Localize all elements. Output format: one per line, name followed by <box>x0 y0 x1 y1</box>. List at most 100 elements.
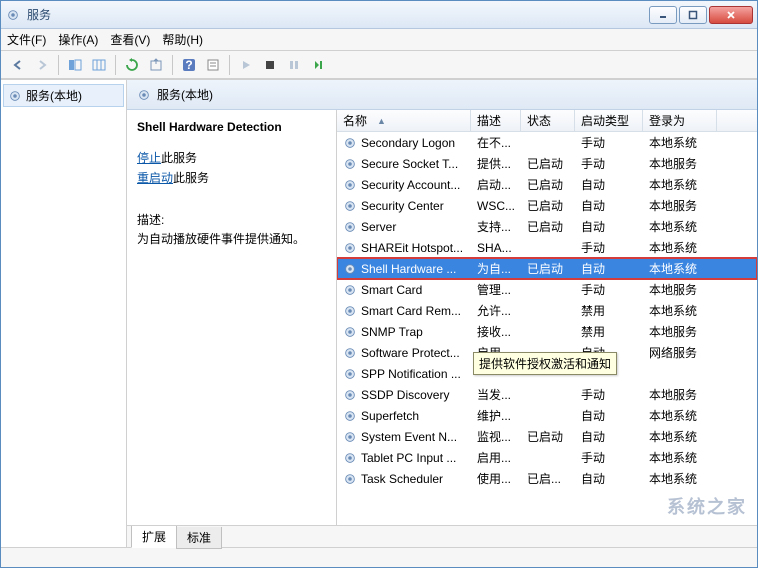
cell-startup: 禁用 <box>575 302 643 319</box>
cell-logon: 本地系统 <box>643 239 717 256</box>
show-hide-tree-button[interactable] <box>64 54 86 76</box>
cell-name: Shell Hardware ... <box>337 262 471 276</box>
minimize-button[interactable] <box>649 6 677 24</box>
stop-link[interactable]: 停止 <box>137 151 161 165</box>
tree-pane: 服务(本地) <box>1 80 127 547</box>
menu-view[interactable]: 查看(V) <box>110 31 150 48</box>
cell-status: 已启动 <box>521 218 575 235</box>
window-title: 服务 <box>27 6 51 23</box>
cell-name: Superfetch <box>337 409 471 423</box>
start-service-button[interactable] <box>235 54 257 76</box>
export-button[interactable] <box>145 54 167 76</box>
refresh-button[interactable] <box>121 54 143 76</box>
cell-logon: 本地服务 <box>643 281 717 298</box>
sort-asc-icon: ▲ <box>377 116 386 126</box>
cell-status: 已启动 <box>521 155 575 172</box>
cell-logon: 本地系统 <box>643 260 717 277</box>
cell-logon: 网络服务 <box>643 344 717 361</box>
cell-startup: 手动 <box>575 386 643 403</box>
restart-service-button[interactable] <box>307 54 329 76</box>
tree-root-item[interactable]: 服务(本地) <box>3 84 124 107</box>
service-row[interactable]: Tablet PC Input ...启用...手动本地系统 <box>337 447 757 468</box>
right-header-title: 服务(本地) <box>157 86 213 103</box>
menu-file[interactable]: 文件(F) <box>7 31 46 48</box>
col-desc[interactable]: 描述 <box>471 110 521 131</box>
grid-body[interactable]: Secondary Logon在不...手动本地系统Secure Socket … <box>337 132 757 525</box>
service-row[interactable]: Security CenterWSC...已启动自动本地服务 <box>337 195 757 216</box>
cell-desc: 监视... <box>471 428 521 445</box>
col-logon[interactable]: 登录为 <box>643 110 717 131</box>
service-row[interactable]: Task Scheduler使用...已启...自动本地系统 <box>337 468 757 489</box>
cell-desc: 为自... <box>471 260 521 277</box>
menu-help[interactable]: 帮助(H) <box>162 31 203 48</box>
gear-icon <box>137 88 151 102</box>
cell-desc: 接收... <box>471 323 521 340</box>
cell-startup: 自动 <box>575 260 643 277</box>
tab-extended[interactable]: 扩展 <box>131 526 177 548</box>
cell-startup: 自动 <box>575 218 643 235</box>
tooltip: 提供软件授权激活和通知 <box>473 352 617 375</box>
cell-name: Server <box>337 220 471 234</box>
cell-logon: 本地系统 <box>643 302 717 319</box>
service-row[interactable]: System Event N...监视...已启动自动本地系统 <box>337 426 757 447</box>
service-row[interactable]: Secondary Logon在不...手动本地系统 <box>337 132 757 153</box>
col-status[interactable]: 状态 <box>521 110 575 131</box>
service-row[interactable]: SHAREit Hotspot...SHA...手动本地系统 <box>337 237 757 258</box>
nav-back-button[interactable] <box>7 54 29 76</box>
service-row[interactable]: Smart Card管理...手动本地服务 <box>337 279 757 300</box>
cell-status: 已启动 <box>521 197 575 214</box>
cell-name: SSDP Discovery <box>337 388 471 402</box>
cell-startup: 自动 <box>575 470 643 487</box>
service-row[interactable]: Secure Socket T...提供...已启动手动本地服务 <box>337 153 757 174</box>
cell-desc: 允许... <box>471 302 521 319</box>
app-icon <box>5 7 21 23</box>
maximize-button[interactable] <box>679 6 707 24</box>
service-row[interactable]: Smart Card Rem...允许...禁用本地系统 <box>337 300 757 321</box>
cell-desc: 当发... <box>471 386 521 403</box>
pause-service-button[interactable] <box>283 54 305 76</box>
cell-name: Software Protect... <box>337 346 471 360</box>
tree-root-label: 服务(本地) <box>26 87 82 104</box>
cell-logon: 本地系统 <box>643 470 717 487</box>
services-window: 服务 文件(F) 操作(A) 查看(V) 帮助(H) ? <box>0 0 758 568</box>
cell-logon: 本地系统 <box>643 134 717 151</box>
titlebar: 服务 <box>1 1 757 29</box>
cell-desc: SHA... <box>471 241 521 255</box>
cell-logon: 本地服务 <box>643 386 717 403</box>
view-columns-button[interactable] <box>88 54 110 76</box>
cell-logon: 本地系统 <box>643 428 717 445</box>
cell-startup: 自动 <box>575 176 643 193</box>
service-row[interactable]: Shell Hardware ...为自...已启动自动本地系统 <box>337 258 757 279</box>
cell-name: Tablet PC Input ... <box>337 451 471 465</box>
services-grid: 名称▲ 描述 状态 启动类型 登录为 Secondary Logon在不...手… <box>337 110 757 525</box>
stop-service-button[interactable] <box>259 54 281 76</box>
cell-logon: 本地服务 <box>643 323 717 340</box>
description-text: 为自动播放硬件事件提供通知。 <box>137 230 326 247</box>
service-row[interactable]: Security Account...启动...已启动自动本地系统 <box>337 174 757 195</box>
cell-desc: 管理... <box>471 281 521 298</box>
service-row[interactable]: Server支持...已启动自动本地系统 <box>337 216 757 237</box>
properties-button[interactable] <box>202 54 224 76</box>
close-button[interactable] <box>709 6 753 24</box>
cell-logon: 本地系统 <box>643 176 717 193</box>
cell-startup: 自动 <box>575 407 643 424</box>
svg-text:?: ? <box>185 58 192 72</box>
gear-icon <box>8 89 22 103</box>
col-name[interactable]: 名称▲ <box>337 110 471 131</box>
col-startup[interactable]: 启动类型 <box>575 110 643 131</box>
service-row[interactable]: SNMP Trap接收...禁用本地服务 <box>337 321 757 342</box>
service-row[interactable]: SSDP Discovery当发... 手动本地服务 <box>337 384 757 405</box>
description-label: 描述: <box>137 211 326 228</box>
grid-header: 名称▲ 描述 状态 启动类型 登录为 <box>337 110 757 132</box>
menu-action[interactable]: 操作(A) <box>58 31 98 48</box>
restart-link[interactable]: 重启动 <box>137 171 173 185</box>
help-button[interactable]: ? <box>178 54 200 76</box>
service-row[interactable]: Superfetch维护...自动本地系统 <box>337 405 757 426</box>
cell-name: SPP Notification ... <box>337 367 471 381</box>
cell-name: Security Center <box>337 199 471 213</box>
cell-desc: 使用... <box>471 470 521 487</box>
tab-standard[interactable]: 标准 <box>176 527 222 549</box>
tabs-bottom: 扩展 标准 <box>127 525 757 547</box>
nav-forward-button[interactable] <box>31 54 53 76</box>
cell-name: Secure Socket T... <box>337 157 471 171</box>
